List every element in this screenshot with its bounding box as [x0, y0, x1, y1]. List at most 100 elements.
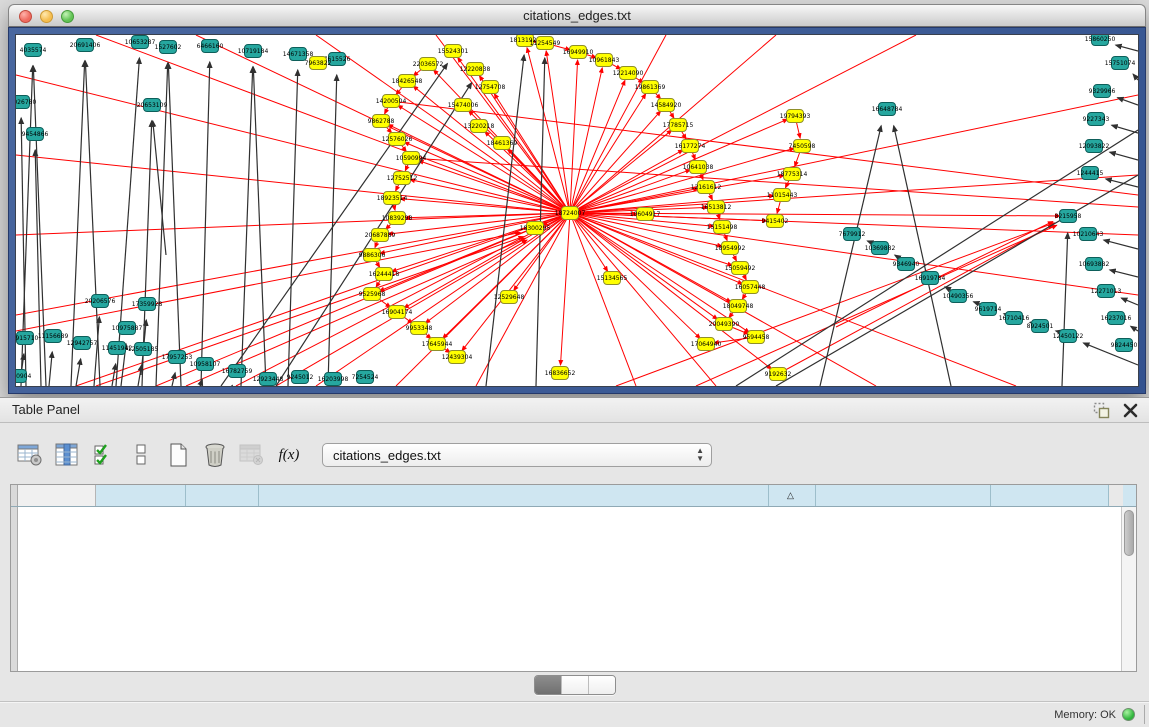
- graph-node[interactable]: 16244418: [369, 268, 400, 281]
- graph-node[interactable]: 12505185: [128, 343, 159, 356]
- column-header-title[interactable]: [259, 485, 769, 506]
- graph-node[interactable]: 8100904: [16, 370, 32, 383]
- graph-node[interactable]: 12942757: [67, 337, 98, 350]
- graph-node[interactable]: 12529648: [494, 291, 525, 304]
- graph-node[interactable]: 16237016: [1101, 312, 1132, 325]
- table-row[interactable]: [11, 622, 1136, 638]
- graph-node[interactable]: 11026780: [16, 96, 36, 109]
- minimize-window-button[interactable]: [40, 10, 53, 23]
- graph-node[interactable]: 6466160: [197, 40, 224, 53]
- close-panel-icon[interactable]: [1122, 402, 1139, 419]
- new-column-icon[interactable]: [164, 441, 192, 469]
- graph-node[interactable]: 9594458: [743, 331, 770, 344]
- close-window-button[interactable]: [19, 10, 32, 23]
- table-settings-icon[interactable]: [16, 441, 44, 469]
- select-all-icon[interactable]: [90, 441, 118, 469]
- function-builder-icon[interactable]: f(x): [275, 441, 303, 469]
- graph-node[interactable]: 22036572: [413, 58, 444, 71]
- graph-node[interactable]: 9824450: [1111, 339, 1138, 352]
- graph-node[interactable]: 16782759: [222, 365, 253, 378]
- graph-node[interactable]: 17359928: [132, 298, 163, 311]
- graph-node[interactable]: 14200504: [376, 95, 407, 108]
- graph-node[interactable]: 10958107: [190, 358, 221, 371]
- graph-node[interactable]: 9227343: [1083, 113, 1110, 126]
- graph-node[interactable]: 15474006: [448, 99, 479, 112]
- delete-column-icon[interactable]: [201, 441, 229, 469]
- graph-node[interactable]: 9245012: [287, 371, 314, 384]
- column-header-short[interactable]: [816, 485, 991, 506]
- graph-node[interactable]: 12214090: [613, 67, 644, 80]
- graph-node[interactable]: 9454866: [22, 128, 49, 141]
- memory-status-indicator[interactable]: [1122, 708, 1135, 721]
- graph-node[interactable]: 15524301: [438, 45, 469, 58]
- graph-node[interactable]: 10961843: [589, 54, 620, 67]
- graph-node[interactable]: 16177274: [675, 140, 706, 153]
- deselect-all-icon[interactable]: [127, 441, 155, 469]
- graph-node[interactable]: 7679912: [839, 228, 866, 241]
- graph-node[interactable]: 17645944: [422, 338, 453, 351]
- table-selector-dropdown[interactable]: citations_edges.txt ▲▼: [322, 443, 712, 467]
- graph-node[interactable]: 18426548: [392, 75, 423, 88]
- tab-node-table[interactable]: [535, 676, 562, 694]
- table-row[interactable]: [11, 556, 1136, 572]
- column-header-out_degree[interactable]: △: [769, 485, 816, 506]
- graph-node[interactable]: 10693882: [1079, 258, 1110, 271]
- graph-node[interactable]: 20691406: [70, 39, 101, 52]
- table-row[interactable]: [11, 605, 1136, 621]
- show-columns-icon[interactable]: [53, 441, 81, 469]
- graph-node[interactable]: 15751074: [1105, 57, 1136, 70]
- graph-node[interactable]: 12271013: [1091, 285, 1122, 298]
- graph-node[interactable]: 14671358: [283, 48, 314, 61]
- table-row[interactable]: [11, 523, 1136, 539]
- graph-node[interactable]: 20687889: [365, 229, 396, 242]
- column-header-in_degree[interactable]: [96, 485, 186, 506]
- graph-node[interactable]: 16710416: [999, 312, 1030, 325]
- graph-node[interactable]: 14584920: [651, 99, 682, 112]
- graph-node[interactable]: 12439304: [442, 351, 473, 364]
- graph-node[interactable]: 1527602: [155, 41, 182, 54]
- graph-node[interactable]: 16648784: [872, 103, 903, 116]
- graph-node[interactable]: 10719184: [238, 45, 269, 58]
- graph-node[interactable]: 20206576: [85, 295, 116, 308]
- zoom-window-button[interactable]: [61, 10, 74, 23]
- graph-node[interactable]: 7254524: [352, 371, 379, 384]
- column-header-pagerank[interactable]: [991, 485, 1109, 506]
- graph-node[interactable]: 10210643: [1073, 228, 1104, 241]
- graph-node[interactable]: 16836652: [545, 367, 576, 380]
- graph-node[interactable]: 4035574: [20, 44, 47, 57]
- table-row[interactable]: [11, 589, 1136, 605]
- table-row[interactable]: [11, 573, 1136, 589]
- graph-node[interactable]: 11156689: [38, 330, 69, 343]
- graph-node[interactable]: 10653287: [125, 36, 156, 49]
- float-panel-icon[interactable]: [1093, 402, 1110, 419]
- graph-node[interactable]: 9192632: [765, 368, 792, 381]
- graph-node[interactable]: 10590994: [396, 152, 427, 165]
- graph-node[interactable]: 18954992: [715, 242, 746, 255]
- table-vertical-scrollbar[interactable]: [1121, 507, 1136, 671]
- graph-node[interactable]: 9346940: [893, 258, 920, 271]
- graph-node[interactable]: 9415402: [762, 215, 789, 228]
- table-row[interactable]: [11, 540, 1136, 556]
- graph-node[interactable]: 9329966: [1089, 85, 1116, 98]
- table-row[interactable]: [11, 507, 1136, 523]
- graph-node[interactable]: 9525968: [359, 288, 386, 301]
- graph-node[interactable]: 9619714: [975, 303, 1002, 316]
- graph-node[interactable]: 3915710: [16, 332, 39, 345]
- graph-node[interactable]: 10839298: [382, 212, 413, 225]
- column-header-year[interactable]: [186, 485, 259, 506]
- graph-node[interactable]: 9953348: [406, 322, 433, 335]
- scrollbar-thumb[interactable]: [1124, 510, 1134, 556]
- graph-node[interactable]: 12754708: [475, 81, 506, 94]
- graph-node[interactable]: 15059492: [725, 262, 756, 275]
- graph-node[interactable]: 12220838: [460, 63, 491, 76]
- network-canvas[interactable]: 4035574 20691406 10653287 1527602 646616…: [16, 35, 1138, 386]
- graph-node[interactable]: 16904174: [382, 306, 413, 319]
- graph-node[interactable]: 10975887: [112, 322, 143, 335]
- graph-node[interactable]: 10369882: [865, 242, 896, 255]
- graph-node[interactable]: 20653109: [137, 99, 168, 112]
- graph-node[interactable]: 15151498: [707, 221, 738, 234]
- graph-node[interactable]: 8924501: [1027, 320, 1054, 333]
- tab-edge-table[interactable]: [562, 676, 589, 694]
- tab-network-table[interactable]: [589, 676, 615, 694]
- window-title-bar[interactable]: citations_edges.txt: [8, 4, 1146, 27]
